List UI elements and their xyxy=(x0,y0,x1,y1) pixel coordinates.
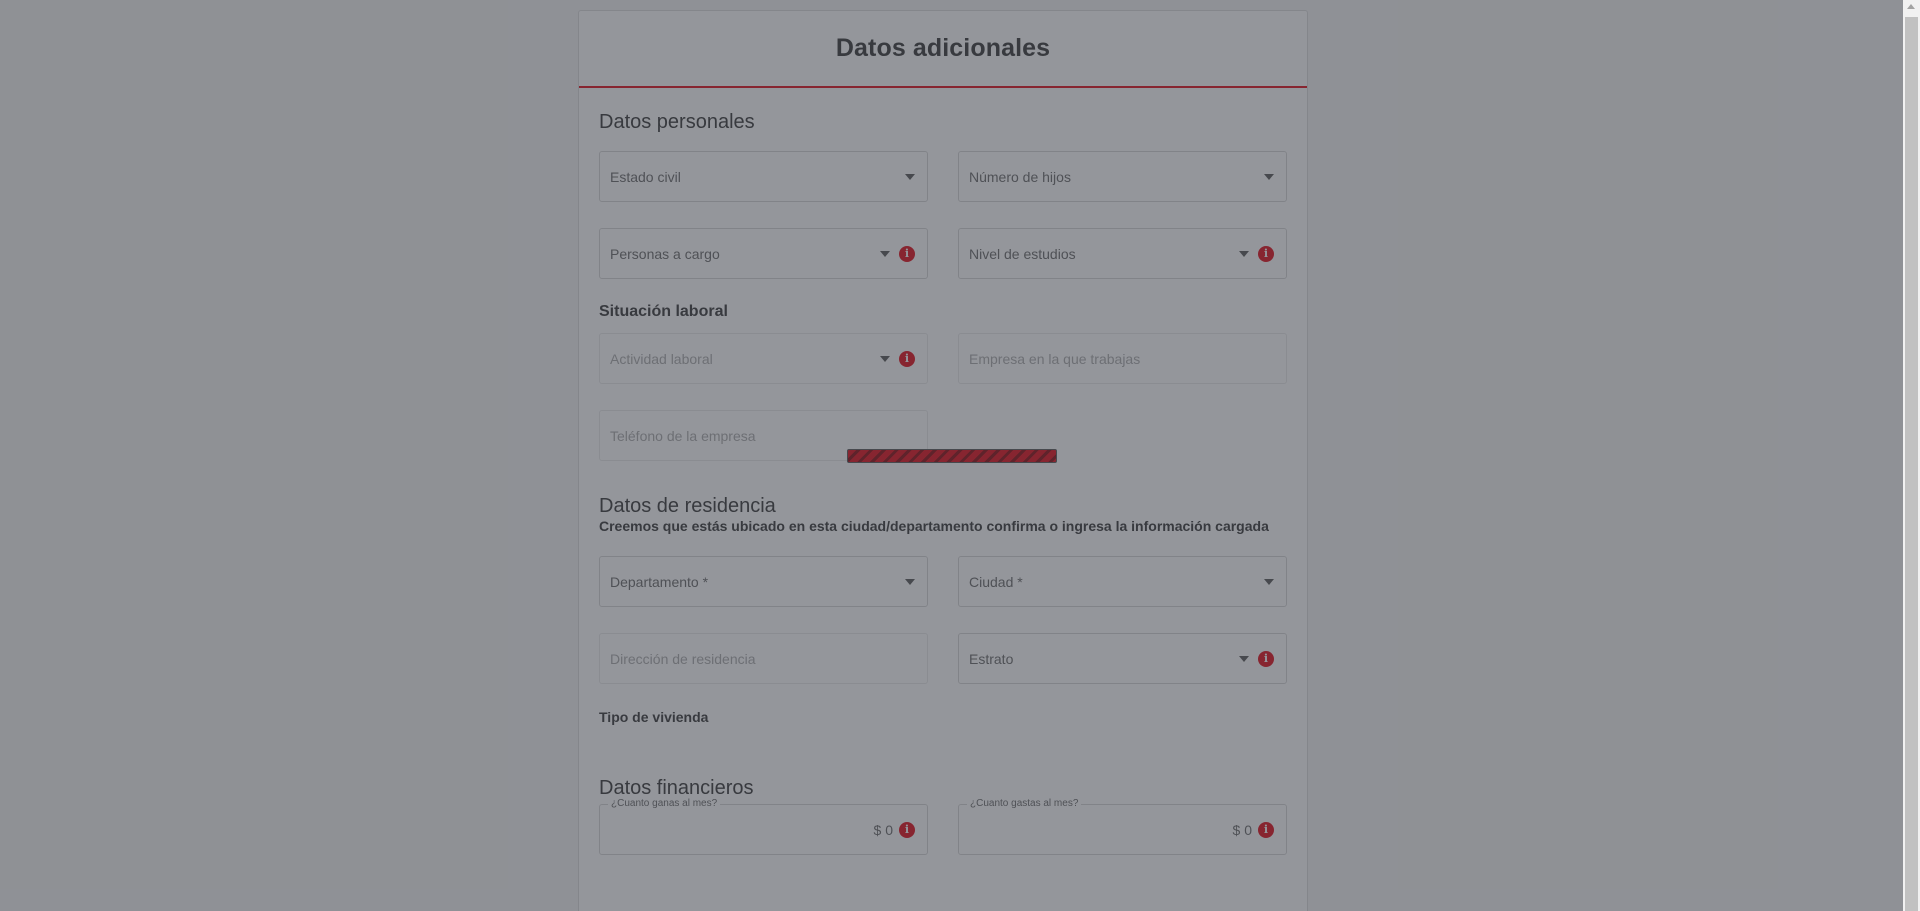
chevron-down-icon xyxy=(1264,578,1274,585)
page-title: Datos adicionales xyxy=(835,34,1051,62)
gastos-value: $ 0 xyxy=(1232,821,1252,838)
page-scrollbar[interactable] xyxy=(1903,0,1920,911)
ciudad-select[interactable]: Ciudad * xyxy=(958,556,1287,607)
ingresos-value: $ 0 xyxy=(873,821,893,838)
loading-progress-bar xyxy=(847,449,1057,463)
gastos-label: ¿Cuanto gastas al mes? xyxy=(967,798,1082,809)
info-icon[interactable]: i xyxy=(1258,650,1274,667)
info-icon[interactable]: i xyxy=(899,245,915,262)
tipo-vivienda-label: Tipo de vivienda xyxy=(599,709,709,725)
ingresos-input[interactable]: ¿Cuanto ganas al mes? $ 0 i xyxy=(599,798,928,855)
departamento-select[interactable]: Departamento * xyxy=(599,556,928,607)
nivel-estudios-label: Nivel de estudios xyxy=(969,245,1076,262)
numero-hijos-label: Número de hijos xyxy=(969,168,1071,185)
empresa-placeholder: Empresa en la que trabajas xyxy=(969,350,1141,367)
chevron-down-icon xyxy=(880,355,890,362)
numero-hijos-select[interactable]: Número de hijos xyxy=(958,151,1287,202)
section-title-laboral: Situación laboral xyxy=(599,303,728,320)
chevron-down-icon xyxy=(1239,250,1249,257)
ciudad-label: Ciudad * xyxy=(969,573,1023,590)
section-title-financieros: Datos financieros xyxy=(599,777,754,799)
estrato-select[interactable]: Estrato i xyxy=(958,633,1287,684)
departamento-label: Departamento * xyxy=(610,573,709,590)
scrollbar-track[interactable] xyxy=(1905,87,1918,911)
estado-civil-select[interactable]: Estado civil xyxy=(599,151,928,202)
location-hint: Creemos que estás ubicado en esta ciudad… xyxy=(599,518,1269,534)
ingresos-label: ¿Cuanto ganas al mes? xyxy=(608,798,721,809)
info-icon[interactable]: i xyxy=(1258,821,1274,838)
chevron-down-icon xyxy=(905,578,915,585)
estado-civil-label: Estado civil xyxy=(610,168,681,185)
chevron-down-icon xyxy=(905,173,915,180)
gastos-input[interactable]: ¿Cuanto gastas al mes? $ 0 i xyxy=(958,798,1287,855)
chevron-down-icon xyxy=(1239,655,1249,662)
telefono-empresa-placeholder: Teléfono de la empresa xyxy=(610,427,756,444)
section-title-personal: Datos personales xyxy=(599,111,755,133)
actividad-laboral-select[interactable]: Actividad laboral i xyxy=(599,333,928,384)
card-header: Datos adicionales xyxy=(579,11,1307,88)
scrollbar-thumb[interactable] xyxy=(1905,17,1918,87)
direccion-placeholder: Dirección de residencia xyxy=(610,650,756,667)
actividad-laboral-label: Actividad laboral xyxy=(610,350,713,367)
info-icon[interactable]: i xyxy=(899,821,915,838)
chevron-down-icon xyxy=(880,250,890,257)
scroll-up-arrow-icon[interactable] xyxy=(1907,4,1915,9)
direccion-input[interactable]: Dirección de residencia xyxy=(599,633,928,684)
estrato-label: Estrato xyxy=(969,650,1014,667)
nivel-estudios-select[interactable]: Nivel de estudios i xyxy=(958,228,1287,279)
info-icon[interactable]: i xyxy=(899,350,915,367)
chevron-down-icon xyxy=(1264,173,1274,180)
empresa-input[interactable]: Empresa en la que trabajas xyxy=(958,333,1287,384)
info-icon[interactable]: i xyxy=(1258,245,1274,262)
personas-cargo-label: Personas a cargo xyxy=(610,245,720,262)
personas-cargo-select[interactable]: Personas a cargo i xyxy=(599,228,928,279)
section-title-residencia: Datos de residencia xyxy=(599,495,776,517)
